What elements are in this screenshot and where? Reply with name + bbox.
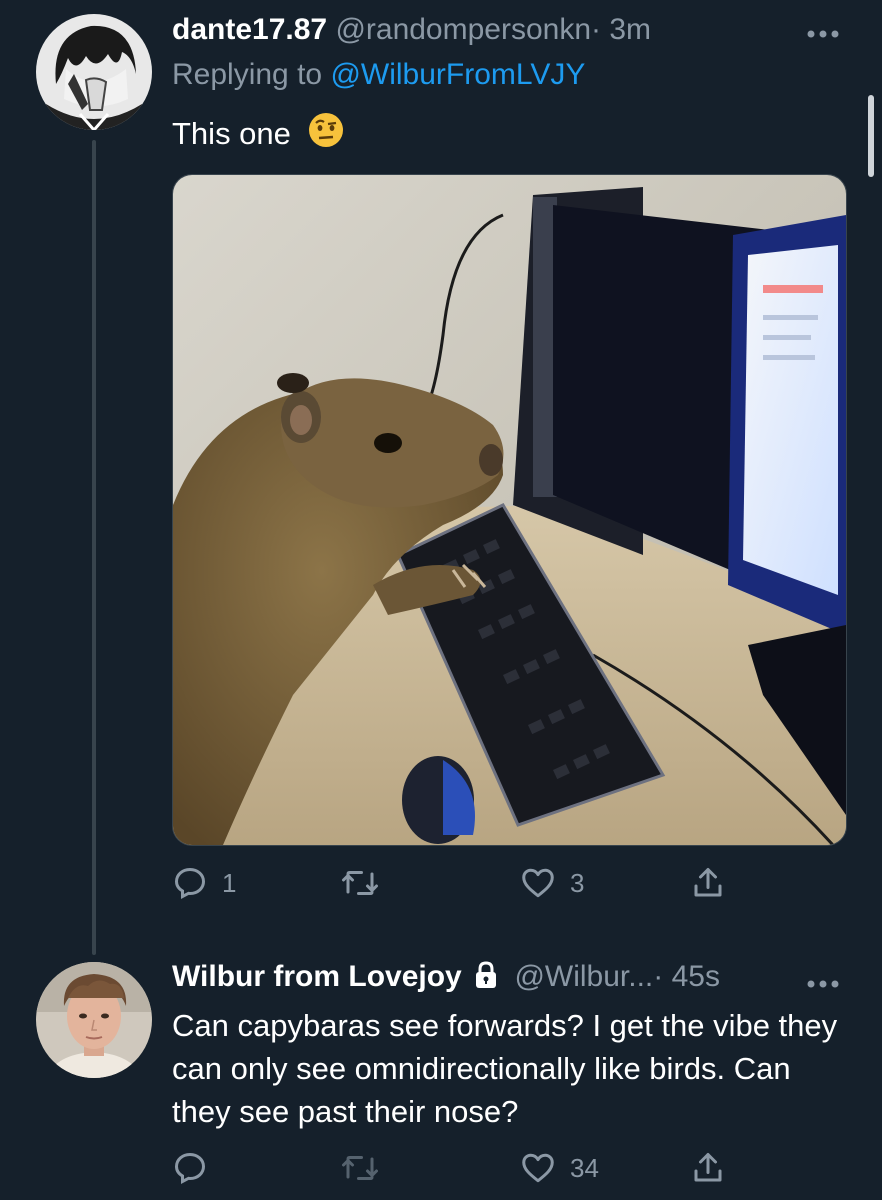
user-handle[interactable]: @Wilbur... (514, 960, 653, 993)
display-name[interactable]: Wilbur from Lovejoy (172, 960, 462, 993)
like-icon (522, 1153, 554, 1183)
timestamp[interactable]: 45s (672, 960, 720, 993)
separator-dot: · (591, 13, 602, 46)
retweet-icon (342, 1156, 378, 1180)
raised-eyebrow-emoji-icon (308, 112, 344, 159)
tweet-media-image[interactable] (172, 174, 847, 846)
reply-icon (174, 867, 206, 899)
replying-to-handle[interactable]: @WilburFromLVJY (330, 58, 585, 91)
person-avatar-icon (36, 962, 152, 1078)
lock-icon (474, 961, 498, 998)
like-icon (522, 868, 554, 898)
share-action[interactable] (690, 865, 726, 901)
share-action[interactable] (690, 1150, 726, 1186)
like-count: 34 (570, 1152, 599, 1183)
reply-action[interactable] (172, 1150, 222, 1186)
more-icon[interactable] (806, 16, 840, 47)
user-handle[interactable]: @randompersonkn (335, 13, 591, 46)
share-icon (694, 1153, 722, 1182)
reply-icon (174, 1152, 206, 1184)
reply-tweet-header: dante17.87 @randompersonkn· 3m (172, 12, 651, 48)
like-action[interactable]: 34 (520, 1150, 599, 1186)
anime-avatar-icon (36, 14, 152, 130)
timestamp[interactable]: 3m (609, 13, 651, 46)
scrollbar[interactable] (868, 95, 874, 177)
like-count: 3 (570, 867, 585, 898)
retweet-action[interactable] (340, 865, 394, 901)
thread-connector-line (92, 140, 96, 955)
display-name[interactable]: dante17.87 (172, 13, 327, 46)
original-tweet-header: Wilbur from Lovejoy @Wilbur...· 45s (172, 959, 720, 998)
reply-action[interactable]: 1 (172, 865, 236, 901)
original-tweet-text: Can capybaras see forwards? I get the vi… (172, 1008, 838, 1129)
replying-to-label: Replying to (172, 58, 331, 91)
tweet-text: This one (172, 116, 291, 151)
share-icon (694, 868, 722, 897)
more-icon[interactable] (806, 966, 840, 997)
avatar[interactable] (36, 14, 152, 130)
avatar[interactable] (36, 962, 152, 1078)
like-action[interactable]: 3 (520, 865, 584, 901)
retweet-icon (342, 871, 378, 895)
reply-count: 1 (222, 867, 237, 898)
retweet-action[interactable] (340, 1150, 394, 1186)
replying-to: Replying to @WilburFromLVJY (172, 57, 585, 93)
capybara-computer-image (173, 175, 846, 845)
separator-dot: · (653, 960, 664, 993)
reply-tweet-text: This one (172, 112, 344, 159)
